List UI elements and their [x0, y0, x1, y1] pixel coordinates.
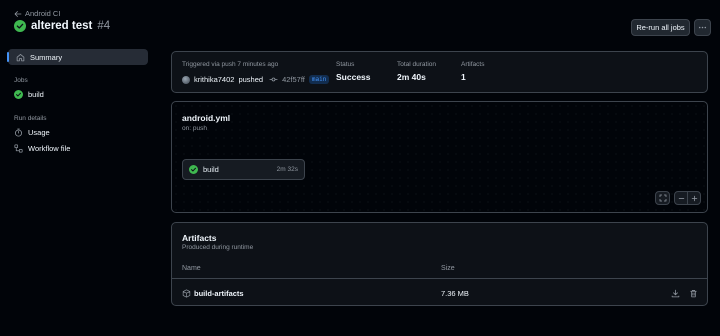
- check-circle-icon: [14, 90, 23, 99]
- branch-badge[interactable]: main: [308, 75, 330, 84]
- minus-icon: [678, 197, 684, 199]
- job-name: build: [203, 165, 219, 174]
- sidebar-item-workflow-file[interactable]: Workflow file: [14, 144, 70, 153]
- back-link[interactable]: Android CI: [14, 9, 60, 18]
- kebab-horizontal-icon: [698, 26, 707, 29]
- zoom-out-button[interactable]: [675, 192, 687, 204]
- page-title: altered test #4: [14, 20, 110, 32]
- sidebar-item-label: Workflow file: [28, 144, 71, 153]
- run-summary-card: Triggered via push 7 minutes ago krithik…: [171, 51, 708, 93]
- push-action: pushed: [238, 75, 264, 84]
- column-header-size: Size: [441, 265, 455, 272]
- sidebar-item-usage[interactable]: Usage: [14, 128, 50, 137]
- sidebar-item-label: Usage: [28, 128, 50, 137]
- artifacts-card: Artifacts Produced during runtime Name S…: [171, 222, 708, 306]
- more-options-button[interactable]: [694, 19, 711, 36]
- run-number: #4: [97, 20, 111, 32]
- run-details-heading: Run details: [14, 115, 47, 122]
- duration-value: 2m 40s: [397, 72, 426, 82]
- workflow-icon: [14, 144, 23, 153]
- workflow-canvas[interactable]: [172, 102, 707, 212]
- sidebar-item-summary[interactable]: Summary: [7, 49, 148, 65]
- sidebar-item-label: build: [28, 90, 44, 99]
- job-duration: 2m 32s: [276, 166, 298, 173]
- jobs-heading: Jobs: [14, 77, 28, 84]
- package-icon: [182, 289, 191, 298]
- stopwatch-icon: [15, 128, 22, 137]
- push-info: krithika7402 pushed 42f57ff main: [182, 75, 330, 84]
- check-circle-icon: [14, 20, 26, 32]
- status-label: Status: [336, 61, 355, 68]
- column-header-name: Name: [182, 265, 201, 272]
- table-row: build-artifacts 7.36 MB: [172, 278, 707, 307]
- artifacts-subtitle: Produced during runtime: [182, 244, 254, 251]
- home-icon: [16, 53, 25, 61]
- artifacts-count-value: 1: [461, 72, 466, 82]
- artifacts-title: Artifacts: [182, 233, 217, 243]
- zoom-in-button[interactable]: [687, 192, 700, 204]
- workflow-trigger: on: push: [182, 125, 207, 132]
- commit-icon: [269, 77, 278, 82]
- status-value: Success: [336, 72, 371, 82]
- workflow-graph-card: android.yml on: push build 2m 32s: [171, 101, 708, 213]
- artifact-size: 7.36 MB: [441, 289, 469, 298]
- plus-icon: [691, 195, 697, 201]
- avatar: [182, 75, 190, 84]
- job-node-build[interactable]: build 2m 32s: [182, 159, 305, 180]
- fullscreen-icon: [659, 194, 666, 202]
- artifact-name-link[interactable]: build-artifacts: [194, 289, 244, 298]
- rerun-all-jobs-button[interactable]: Re-run all jobs: [631, 19, 690, 36]
- sidebar-item-label: Summary: [30, 52, 63, 62]
- commit-sha-link[interactable]: 42f57ff: [282, 75, 305, 84]
- sidebar-item-build[interactable]: build: [14, 90, 44, 99]
- back-link-label: Android CI: [25, 9, 61, 18]
- check-circle-icon: [189, 165, 198, 174]
- trash-icon[interactable]: [689, 289, 698, 298]
- fullscreen-button[interactable]: [655, 191, 670, 205]
- actor-link[interactable]: krithika7402: [194, 75, 234, 84]
- artifacts-count-label: Artifacts: [461, 61, 485, 68]
- download-icon[interactable]: [671, 289, 680, 298]
- zoom-controls: [674, 191, 701, 205]
- arrow-left-icon: [14, 10, 22, 17]
- workflow-file-name: android.yml: [182, 113, 231, 123]
- trigger-text: Triggered via push 7 minutes ago: [182, 61, 279, 68]
- duration-label: Total duration: [397, 61, 437, 68]
- run-title: altered test: [31, 20, 93, 32]
